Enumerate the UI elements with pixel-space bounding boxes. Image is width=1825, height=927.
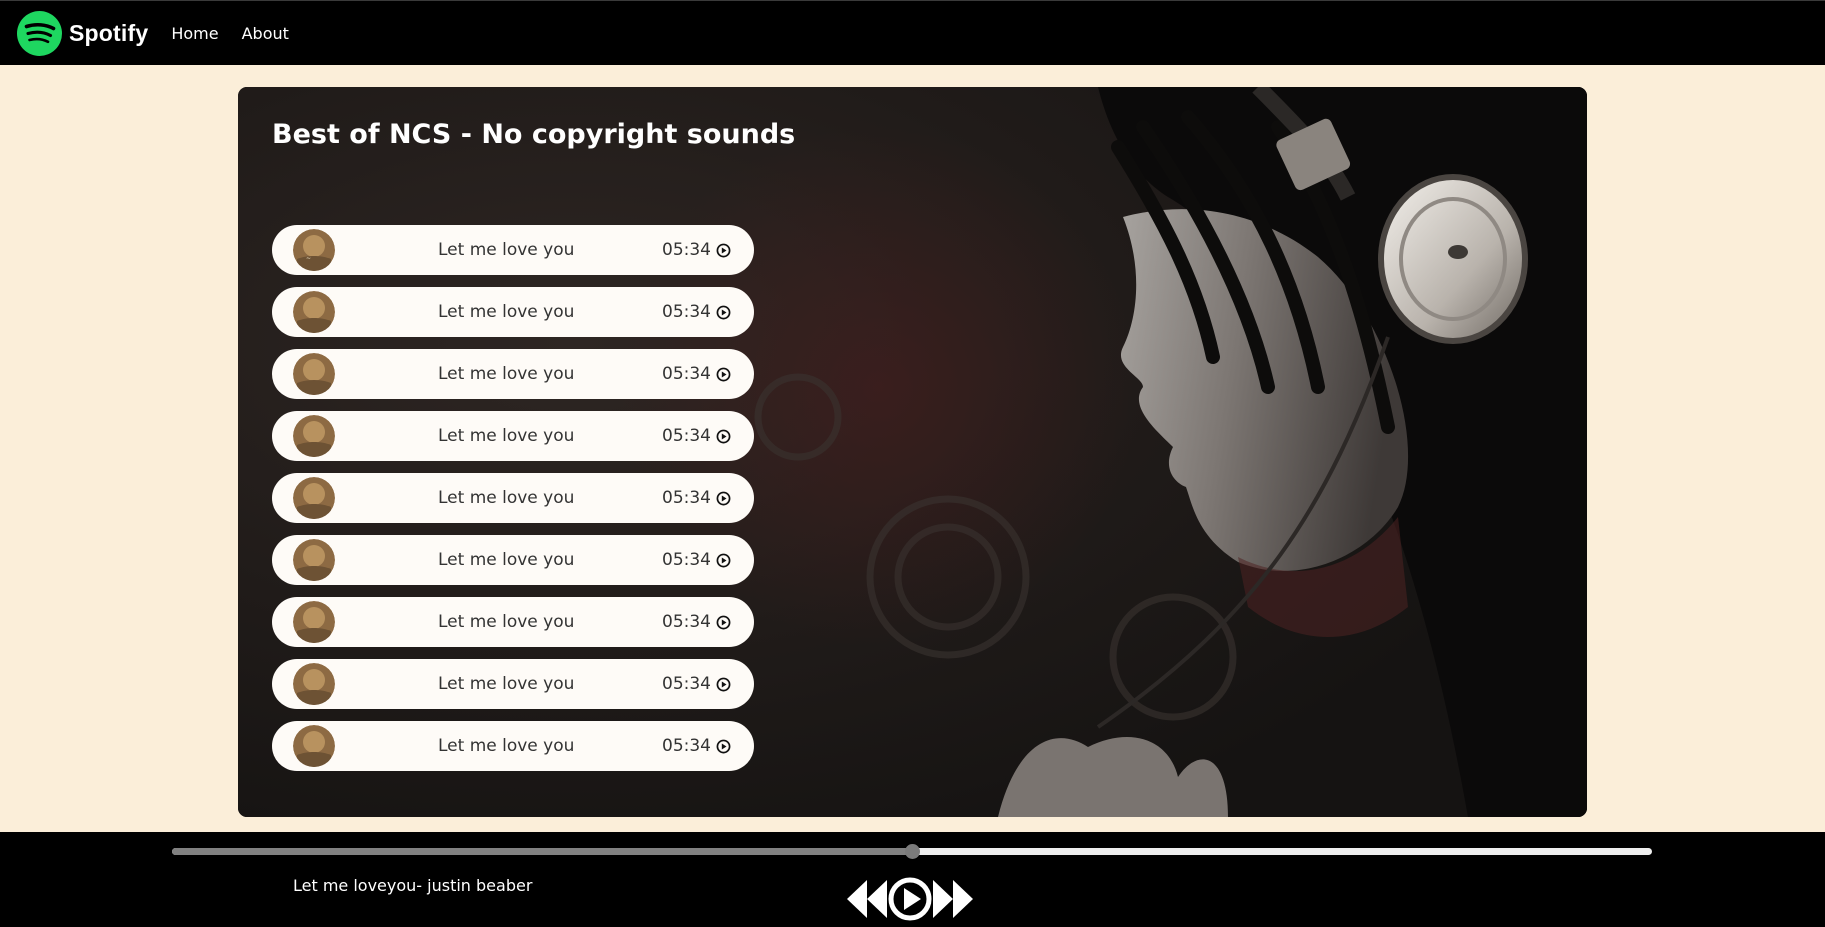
top-navbar: Spotify Home About [0,0,1825,65]
song-item[interactable]: Let me love you 05:34 [272,659,754,709]
song-list: ~ Let me love you 05:34 Let me love you … [272,225,754,783]
song-duration: 05:34 [662,364,711,384]
play-circle-icon[interactable] [716,677,731,692]
play-circle-icon[interactable] [716,615,731,630]
nav-link-about[interactable]: About [242,24,289,43]
progress-fill [172,848,912,855]
now-playing-label: Let me loveyou- justin beaber [293,876,533,895]
player-bar: Let me loveyou- justin beaber [0,832,1825,927]
song-name: Let me love you [438,426,575,446]
song-name: Let me love you [438,240,575,260]
song-duration: 05:34 [662,674,711,694]
progress-thumb[interactable] [905,844,920,859]
play-circle-icon[interactable] [716,553,731,568]
song-item[interactable]: Let me love you 05:34 [272,473,754,523]
brand-name: Spotify [69,19,149,46]
progress-bar[interactable] [172,844,1652,859]
song-duration: 05:34 [662,736,711,756]
song-item[interactable]: Let me love you 05:34 [272,411,754,461]
song-item[interactable]: Let me love you 05:34 [272,535,754,585]
song-duration: 05:34 [662,488,711,508]
play-circle-icon[interactable] [716,243,731,258]
song-duration: 05:34 [662,612,711,632]
song-item[interactable]: ~ Let me love you 05:34 [272,225,754,275]
playlist-container: Best of NCS - No copyright sounds ~ Let … [238,87,1587,817]
playlist-title: Best of NCS - No copyright sounds [272,119,796,150]
song-item[interactable]: Let me love you 05:34 [272,597,754,647]
song-duration: 05:34 [662,550,711,570]
song-duration: 05:34 [662,302,711,322]
song-name: Let me love you [438,488,575,508]
song-name: Let me love you [438,736,575,756]
song-name: Let me love you [438,612,575,632]
play-circle-icon[interactable] [716,429,731,444]
song-name: Let me love you [438,674,575,694]
song-item[interactable]: Let me love you 05:34 [272,287,754,337]
play-circle-icon[interactable] [716,305,731,320]
spotify-logo-icon [17,10,62,56]
play-circle-icon[interactable] [716,367,731,382]
song-item[interactable]: Let me love you 05:34 [272,721,754,771]
forward-icon[interactable] [931,878,975,920]
play-circle-icon[interactable] [716,739,731,754]
song-duration: 05:34 [662,240,711,260]
brand-logo[interactable]: Spotify [17,10,149,56]
song-name: Let me love you [438,364,575,384]
playback-controls [845,877,975,921]
nav-link-home[interactable]: Home [171,24,218,43]
backward-icon[interactable] [845,878,889,920]
song-item[interactable]: Let me love you 05:34 [272,349,754,399]
song-name: Let me love you [438,302,575,322]
song-duration: 05:34 [662,426,711,446]
play-circle-icon[interactable] [888,877,932,921]
song-name: Let me love you [438,550,575,570]
play-circle-icon[interactable] [716,491,731,506]
